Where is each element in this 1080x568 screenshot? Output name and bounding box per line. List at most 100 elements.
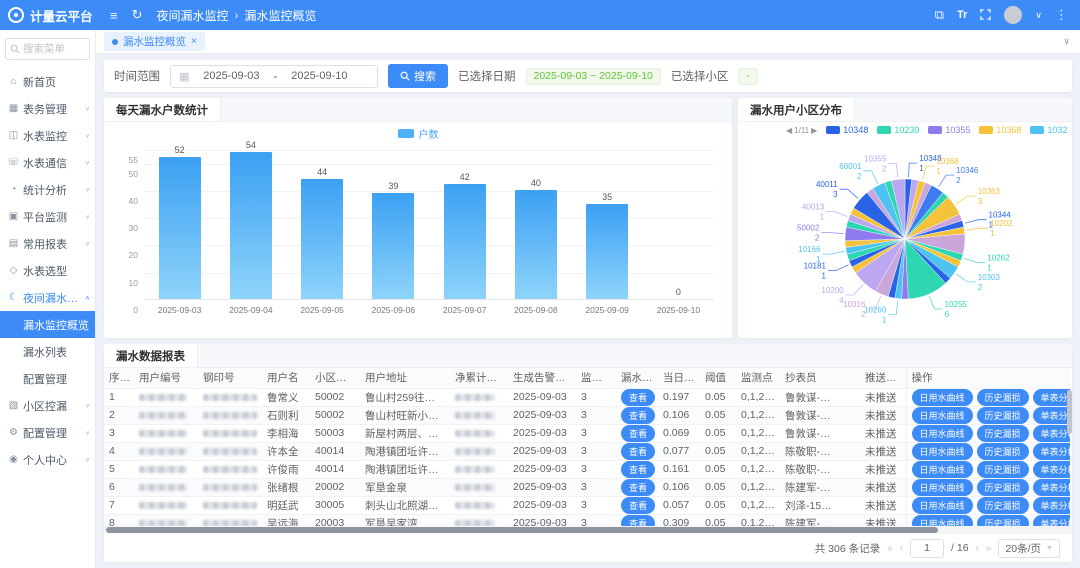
- search-button[interactable]: 搜索: [388, 64, 448, 88]
- start-date-input[interactable]: [195, 70, 267, 82]
- bar-2025-09-05[interactable]: 44 2025-09-05: [287, 150, 358, 299]
- action-button-1[interactable]: 历史漏损: [977, 497, 1029, 514]
- action-button-1[interactable]: 历史漏损: [977, 425, 1029, 442]
- view-detail-button[interactable]: 查看: [621, 443, 655, 460]
- sidebar-item-meter-selection[interactable]: ◇水表选型: [0, 257, 95, 284]
- sidebar-item-profile[interactable]: ◉个人中心∨: [0, 446, 95, 473]
- action-button-2[interactable]: 单表分析: [1033, 389, 1070, 406]
- breadcrumb-parent[interactable]: 夜间漏水监控: [157, 7, 229, 24]
- pie-chart-title[interactable]: 漏水用户小区分布: [738, 98, 855, 121]
- chevron-down-icon[interactable]: ∨: [1035, 10, 1042, 21]
- view-detail-button[interactable]: 查看: [621, 515, 655, 527]
- action-button-2[interactable]: 单表分析: [1033, 443, 1070, 460]
- sidebar-search-input[interactable]: [23, 43, 85, 55]
- action-button-0[interactable]: 日用水曲线: [912, 515, 973, 527]
- next-page-icon[interactable]: ›: [976, 543, 979, 554]
- prev-page-icon[interactable]: ‹: [900, 543, 903, 554]
- table-row[interactable]: 1鲁常义50002鲁山村259往里面走很远2025-09-033查看0.1970…: [104, 388, 1070, 406]
- sidebar-item-leak-config[interactable]: 配置管理: [0, 365, 95, 392]
- sidebar-item-common-reports[interactable]: ▤常用报表∨: [0, 230, 95, 257]
- sidebar-search[interactable]: [5, 38, 90, 60]
- action-button-1[interactable]: 历史漏损: [977, 443, 1029, 460]
- action-button-1[interactable]: 历史漏损: [977, 515, 1029, 527]
- action-button-1[interactable]: 历史漏损: [977, 461, 1029, 478]
- bar-2025-09-06[interactable]: 39 2025-09-06: [358, 150, 429, 299]
- view-detail-button[interactable]: 查看: [621, 479, 655, 496]
- bar-chart-legend[interactable]: 户数: [104, 122, 732, 144]
- sidebar-item-stats-analysis[interactable]: ◔统计分析∨: [0, 176, 95, 203]
- kebab-menu-icon[interactable]: ⋮: [1055, 7, 1068, 23]
- action-button-1[interactable]: 历史漏损: [977, 479, 1029, 496]
- action-button-2[interactable]: 单表分析: [1033, 479, 1070, 496]
- bar-2025-09-04[interactable]: 54 2025-09-04: [215, 150, 286, 299]
- user-avatar[interactable]: [1004, 6, 1022, 24]
- view-detail-button[interactable]: 查看: [621, 497, 655, 514]
- action-button-0[interactable]: 日用水曲线: [912, 461, 973, 478]
- bar-2025-09-10[interactable]: 0 2025-09-10: [643, 150, 714, 299]
- action-button-0[interactable]: 日用水曲线: [912, 497, 973, 514]
- bar-2025-09-08[interactable]: 40 2025-09-08: [500, 150, 571, 299]
- action-button-2[interactable]: 单表分析: [1033, 461, 1070, 478]
- action-button-2[interactable]: 单表分析: [1033, 425, 1070, 442]
- last-page-icon[interactable]: »: [986, 543, 992, 554]
- action-button-2[interactable]: 单表分析: [1033, 515, 1070, 527]
- table-vertical-scrollbar[interactable]: [1067, 390, 1072, 434]
- table-row[interactable]: 2石则利50002鲁山村旺新小区12，两层2025-09-033查看0.1060…: [104, 406, 1070, 424]
- sidebar-item-leak-overview[interactable]: 漏水监控概览: [0, 311, 95, 338]
- tab-leak-overview[interactable]: 漏水监控概览 ×: [104, 32, 205, 51]
- bar-2025-09-03[interactable]: 52 2025-09-03: [144, 150, 215, 299]
- table-row[interactable]: 6张绪根20002军垦金泉2025-09-033查看0.1060.050,1,2…: [104, 478, 1070, 496]
- date-range-picker[interactable]: ▦ -: [170, 65, 378, 88]
- view-detail-button[interactable]: 查看: [621, 425, 655, 442]
- tab-options-chevron-icon[interactable]: ∨: [1063, 36, 1070, 47]
- table-row[interactable]: 5许俊雨40014陶港镇团坵许、塅坝组2025-09-033查看0.1610.0…: [104, 460, 1070, 478]
- action-button-0[interactable]: 日用水曲线: [912, 443, 973, 460]
- action-button-0[interactable]: 日用水曲线: [912, 479, 973, 496]
- bar-2025-09-07[interactable]: 42 2025-09-07: [429, 150, 500, 299]
- table-row[interactable]: 7明廷武30005刺头山北照湖良种场2025-09-033查看0.0570.05…: [104, 496, 1070, 514]
- action-button-0[interactable]: 日用水曲线: [912, 425, 973, 442]
- table-row[interactable]: 3李相海50003新屋村两层、玻璃栏杆2025-09-033查看0.0690.0…: [104, 424, 1070, 442]
- sidebar-item-meter-mgmt[interactable]: ▦表务管理∨: [0, 95, 95, 122]
- table-title[interactable]: 漏水数据报表: [104, 344, 198, 367]
- pie-legend-item-10368[interactable]: 10368: [979, 125, 1021, 135]
- action-button-1[interactable]: 历史漏损: [977, 389, 1029, 406]
- legend-prev-icon[interactable]: ◀: [786, 126, 792, 135]
- refresh-icon[interactable]: ↻: [132, 7, 143, 23]
- bar-2025-09-09[interactable]: 35 2025-09-09: [572, 150, 643, 299]
- close-tab-icon[interactable]: ×: [191, 36, 197, 47]
- table-row[interactable]: 8吴远海20003军垦吴家湾2025-09-033查看0.3090.050,1,…: [104, 514, 1070, 526]
- sidebar-item-meter-monitor[interactable]: ◫水表监控∨: [0, 122, 95, 149]
- table-row[interactable]: 4许本全40014陶港镇团坵许、塅坝组2025-09-033查看0.0770.0…: [104, 442, 1070, 460]
- pie-legend-item-10348[interactable]: 10348: [826, 125, 868, 135]
- sidebar-item-leak-list[interactable]: 漏水列表: [0, 338, 95, 365]
- action-button-2[interactable]: 单表分析: [1033, 497, 1070, 514]
- view-detail-button[interactable]: 查看: [621, 407, 655, 424]
- page-size-select[interactable]: 20条/页 ▼: [998, 539, 1060, 558]
- pie-legend-item-10324[interactable]: 10324: [1030, 125, 1068, 135]
- sidebar-item-platform-monitor[interactable]: ▣平台监测∨: [0, 203, 95, 230]
- sidebar-item-night-leak-monitor[interactable]: ☾夜间漏水监控∧: [0, 284, 95, 311]
- end-date-input[interactable]: [283, 70, 355, 82]
- action-button-0[interactable]: 日用水曲线: [912, 407, 973, 424]
- sidebar-item-home[interactable]: ⌂新首页: [0, 68, 95, 95]
- first-page-icon[interactable]: «: [887, 543, 893, 554]
- pie-legend-item-10355[interactable]: 10355: [928, 125, 970, 135]
- page-number-input[interactable]: [910, 539, 944, 558]
- translate-icon[interactable]: Tr: [957, 9, 967, 21]
- action-button-2[interactable]: 单表分析: [1033, 407, 1070, 424]
- sidebar-item-config-mgmt[interactable]: ⚙配置管理∨: [0, 419, 95, 446]
- action-button-0[interactable]: 日用水曲线: [912, 389, 973, 406]
- pie-legend-item-10239[interactable]: 10239: [877, 125, 919, 135]
- table-horizontal-scrollbar[interactable]: [104, 526, 1072, 534]
- legend-next-icon[interactable]: ▶: [811, 126, 817, 135]
- bar-chart-title[interactable]: 每天漏水户数统计: [104, 98, 221, 121]
- fullscreen-icon[interactable]: [980, 8, 991, 23]
- view-detail-button[interactable]: 查看: [621, 461, 655, 478]
- collapse-sidebar-icon[interactable]: ≡: [110, 8, 118, 23]
- sidebar-item-district-leak[interactable]: ▧小区控漏∨: [0, 392, 95, 419]
- action-button-1[interactable]: 历史漏损: [977, 407, 1029, 424]
- view-detail-button[interactable]: 查看: [621, 389, 655, 406]
- sidebar-item-meter-comm[interactable]: ☏水表通信∨: [0, 149, 95, 176]
- screenshot-icon[interactable]: ⧉: [935, 7, 944, 23]
